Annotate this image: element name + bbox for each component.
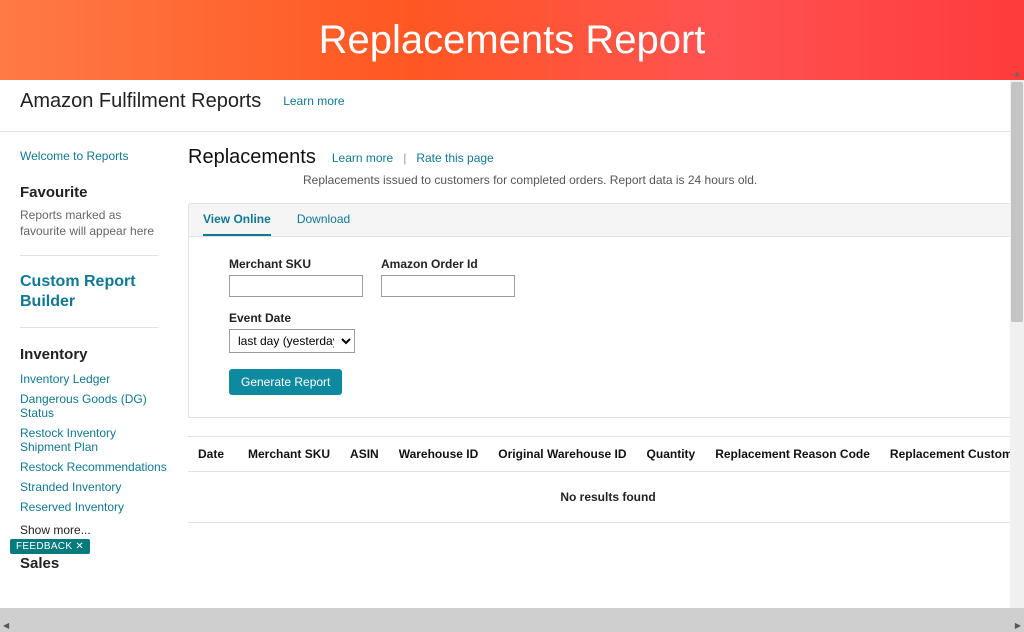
divider [20,327,158,328]
sidebar-welcome-link[interactable]: Welcome to Reports [20,146,170,166]
content: Replacements Learn more | Rate this page… [188,146,1024,578]
separator: | [403,151,406,165]
filter-panel: Merchant SKU Amazon Order Id Event Date … [188,237,1024,418]
sidebar-item-reserved-inventory[interactable]: Reserved Inventory [20,497,170,517]
no-results-message: No results found [188,472,1024,523]
merchant-sku-input[interactable] [229,275,363,297]
sidebar-item-dg-status[interactable]: Dangerous Goods (DG) Status [20,389,170,423]
filter-row-2: Event Date last day (yesterday) [229,311,987,353]
content-description: Replacements issued to customers for com… [303,173,1024,187]
inventory-heading: Inventory [20,346,170,363]
col-warehouse-id: Warehouse ID [399,447,479,461]
scroll-right-icon[interactable]: ▶ [1012,621,1024,630]
sales-heading: Sales [20,555,170,572]
page-wrap: ▲ Amazon Fulfilment Reports Learn more W… [0,80,1024,620]
scroll-left-icon[interactable]: ◀ [0,621,12,630]
event-date-label: Event Date [229,311,355,325]
favourite-heading: Favourite [20,184,170,201]
tab-view-online[interactable]: View Online [203,212,271,236]
order-id-input[interactable] [381,275,515,297]
merchant-sku-label: Merchant SKU [229,257,363,271]
content-header-row: Replacements Learn more | Rate this page [188,146,1024,169]
tab-download[interactable]: Download [297,212,350,236]
sidebar-item-restock-recommendations[interactable]: Restock Recommendations [20,457,170,477]
event-date-select[interactable]: last day (yesterday) [229,329,355,353]
learn-more-link[interactable]: Learn more [283,94,344,108]
banner-title: Replacements Report [319,18,706,63]
show-more-link[interactable]: Show more... [20,523,170,537]
custom-report-builder-link[interactable]: Custom Report Builder [20,272,170,310]
sidebar: Welcome to Reports Favourite Reports mar… [20,146,170,578]
banner: Replacements Report [0,0,1024,80]
page-main-title: Amazon Fulfilment Reports [20,90,261,113]
sidebar-item-inventory-ledger[interactable]: Inventory Ledger [20,369,170,389]
horizontal-scrollbar[interactable]: ◀ ▶ [0,620,1024,632]
sidebar-item-restock-shipment[interactable]: Restock Inventory Shipment Plan [20,423,170,457]
tabs-bar: View Online Download [188,203,1024,237]
filter-row-1: Merchant SKU Amazon Order Id [229,257,987,297]
col-repl-customer-order: Replacement Customer Order Id [890,447,1024,461]
rate-page-link[interactable]: Rate this page [416,151,493,165]
top-bar: Amazon Fulfilment Reports Learn more [0,80,1024,132]
col-quantity: Quantity [647,447,696,461]
vertical-scrollbar[interactable]: ▲ [1010,80,1024,608]
content-title: Replacements [188,146,316,169]
col-orig-warehouse-id: Original Warehouse ID [498,447,626,461]
col-date: Date [198,447,224,461]
order-id-label: Amazon Order Id [381,257,515,271]
col-merchant-sku: Merchant SKU [248,447,330,461]
content-learn-more-link[interactable]: Learn more [332,151,393,165]
divider [20,255,158,256]
table-header: Date Merchant SKU ASIN Warehouse ID Orig… [188,436,1024,472]
feedback-button[interactable]: FEEDBACK ✕ [10,539,90,554]
scroll-up-icon[interactable]: ▲ [1013,69,1021,78]
generate-report-button[interactable]: Generate Report [229,369,342,395]
main: Welcome to Reports Favourite Reports mar… [0,132,1024,608]
col-reason-code: Replacement Reason Code [715,447,870,461]
sidebar-item-stranded-inventory[interactable]: Stranded Inventory [20,477,170,497]
scroll-thumb[interactable] [1011,82,1023,322]
favourite-note: Reports marked as favourite will appear … [20,207,170,239]
results-table: Date Merchant SKU ASIN Warehouse ID Orig… [188,436,1024,523]
col-asin: ASIN [350,447,379,461]
